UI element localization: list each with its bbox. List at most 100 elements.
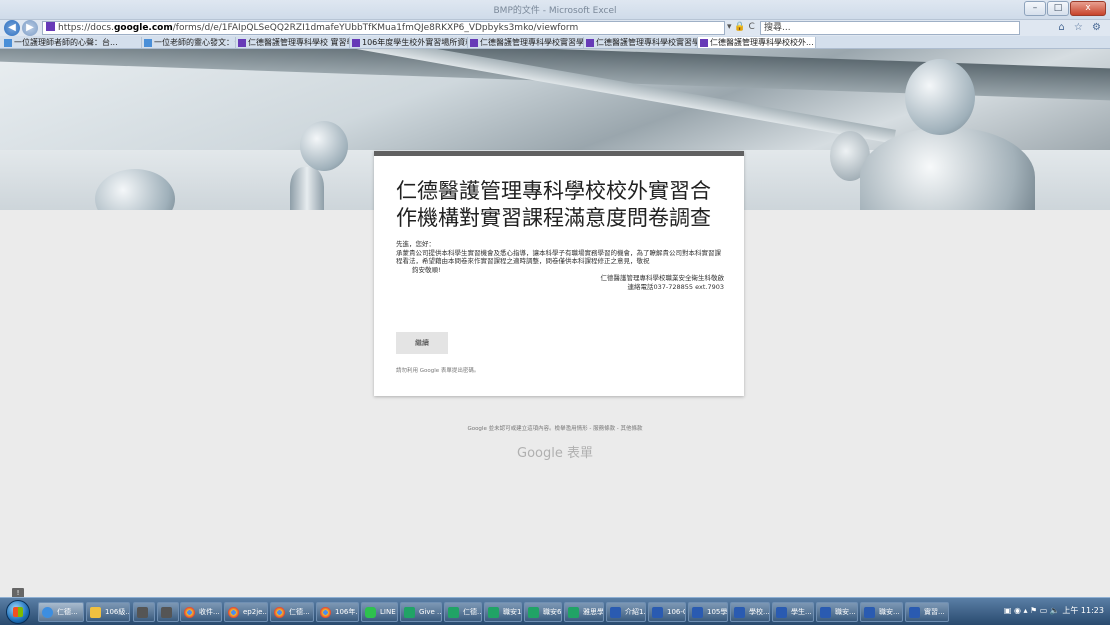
- taskbar-button[interactable]: 職安6...: [524, 602, 562, 622]
- close-window-button[interactable]: x: [1070, 1, 1106, 16]
- tray-icons[interactable]: ▣ ◉ ▴ ⚑ ▭ 🔈: [1004, 606, 1060, 615]
- form-description: 先進，您好： 承蒙貴公司提供本科學生實習機會及悉心指導，讓本科學子有職場實務學習…: [396, 240, 726, 291]
- tab-favicon-icon: [470, 39, 478, 47]
- taskbar-button-label: 106-0...: [667, 608, 685, 616]
- ie-app-icon: [42, 607, 53, 618]
- word-app-icon: [864, 607, 875, 618]
- word-app-icon: [610, 607, 621, 618]
- clock[interactable]: 上午 11:23: [1062, 606, 1104, 615]
- tab-favicon-icon: [700, 39, 708, 47]
- tab-favicon-icon: [4, 39, 12, 47]
- disp-app-icon: [161, 607, 172, 618]
- taskbar-button-label: ep2je...: [243, 608, 268, 616]
- chrome-app-icon: [320, 607, 331, 618]
- taskbar-button-label: 職安...: [835, 608, 856, 616]
- word-app-icon: [820, 607, 831, 618]
- folder-app-icon: [90, 607, 101, 618]
- taskbar-button[interactable]: 仁德...: [38, 602, 84, 622]
- taskbar-button-label: 105學...: [707, 608, 728, 616]
- taskbar-button[interactable]: 雅思學: [564, 602, 604, 622]
- taskbar-button[interactable]: ep2je...: [224, 602, 268, 622]
- tab-favicon-icon: [238, 39, 246, 47]
- contact-line: 連絡電話037-728855 ext.7903: [627, 282, 724, 291]
- google-forms-logo[interactable]: Google 表單: [0, 442, 1110, 461]
- chrome-app-icon: [228, 607, 239, 618]
- taskbar-button[interactable]: 學生...: [772, 602, 814, 622]
- tab[interactable]: 106年度學生校外實習場所資料: [350, 37, 468, 48]
- taskbar-button[interactable]: 106年...: [316, 602, 359, 622]
- continue-button[interactable]: 繼續: [396, 332, 448, 354]
- system-tray: ▣ ◉ ▴ ⚑ ▭ 🔈 上午 11:23: [1004, 605, 1104, 616]
- password-warning: 請勿利用 Google 表單提出密碼。: [396, 368, 480, 374]
- form-card: 仁德醫護管理專科學校校外實習合作機構對實習課程滿意度問卷調查 先進，您好： 承蒙…: [374, 151, 744, 396]
- taskbar-button-label: 學生...: [791, 608, 812, 616]
- tab-bar: 一位護理師者師的心聲：台... 一位老師的靈心發文：台南人... 仁德醫護管理專…: [0, 36, 1110, 49]
- tab[interactable]: 一位老師的靈心發文：台南人...: [142, 37, 236, 48]
- chrome-app-icon: [184, 607, 195, 618]
- start-button[interactable]: [6, 600, 30, 624]
- search-input[interactable]: 搜尋...: [760, 21, 1020, 35]
- taskbar-button[interactable]: 106-0...: [648, 602, 686, 622]
- description-paragraph: 承蒙貴公司提供本科學生實習機會及悉心指導，讓本科學子有職場實務學習的機會，為了瞭…: [396, 248, 721, 266]
- greeting: 先進，您好：: [396, 240, 435, 248]
- taskbar-button[interactable]: 職安1...: [484, 602, 522, 622]
- taskbar-button[interactable]: [157, 602, 179, 622]
- footer-disclaimer[interactable]: Google 並未認可或建立這項內容。檢舉濫用情形 - 服務條款 - 其他條款: [0, 424, 1110, 432]
- taskbar-button[interactable]: 收件...: [180, 602, 222, 622]
- url-domain: google.com: [113, 23, 173, 33]
- taskbar-button-label: 106年...: [335, 608, 358, 616]
- taskbar-button-label: 仁德...: [463, 608, 482, 616]
- taskbar-button-label: 職安...: [879, 608, 900, 616]
- forward-button[interactable]: ▶: [22, 20, 38, 36]
- tab-label: 仁德醫護管理專科學校實習學...: [596, 38, 698, 47]
- windows-taskbar: 仁德... 106級... 收件... ep2je... 仁德... 106年... LIN…: [0, 597, 1110, 625]
- taskbar-button-label: 收件...: [199, 608, 220, 616]
- drive-app-icon: [404, 607, 415, 618]
- windows-logo-icon: [13, 607, 23, 617]
- tab-label: 106年度學生校外實習場所資料: [362, 38, 468, 47]
- tab[interactable]: 一位護理師者師的心聲：台...: [2, 37, 142, 48]
- word-app-icon: [692, 607, 703, 618]
- taskbar-button[interactable]: 仁德...: [444, 602, 482, 622]
- drive-app-icon: [488, 607, 499, 618]
- taskbar-button[interactable]: 仁德...: [270, 602, 314, 622]
- taskbar-button-label: 仁德...: [57, 608, 78, 616]
- address-bar-icons[interactable]: ▾ 🔒 C: [727, 22, 755, 32]
- drive-app-icon: [528, 607, 539, 618]
- taskbar-button[interactable]: [133, 602, 155, 622]
- window-title: BMP的文件 - Microsoft Excel: [493, 6, 617, 16]
- tab-label: 一位護理師者師的心聲：台...: [14, 38, 118, 47]
- taskbar-button[interactable]: 職安...: [860, 602, 903, 622]
- tab-label: 仁德醫護管理專科學校實習學...: [480, 38, 584, 47]
- taskbar-button-label: 學校...: [749, 608, 770, 616]
- chrome-app-icon: [274, 607, 285, 618]
- google-forms-favicon-icon: [46, 22, 55, 31]
- taskbar-button[interactable]: 106級...: [86, 602, 130, 622]
- taskbar-button[interactable]: 實習...: [905, 602, 949, 622]
- tab-label: 一位老師的靈心發文：台南人...: [154, 38, 235, 47]
- back-button[interactable]: ◀: [4, 20, 20, 36]
- taskbar-button[interactable]: 學校...: [730, 602, 770, 622]
- disp-app-icon: [137, 607, 148, 618]
- tab[interactable]: 仁德醫護管理專科學校實習學...: [468, 37, 584, 48]
- address-bar[interactable]: https://docs.google.com/forms/d/e/1FAIpQ…: [42, 21, 725, 35]
- maximize-button[interactable]: □: [1047, 1, 1069, 16]
- tab-active[interactable]: 仁德醫護管理專科學校校外...×: [698, 37, 816, 48]
- taskbar-button-label: 雅思學: [583, 608, 604, 616]
- taskbar-button[interactable]: 105學...: [688, 602, 728, 622]
- home-favorites-settings-icon[interactable]: ⌂ ☆ ⚙: [1058, 22, 1104, 33]
- taskbar-button[interactable]: 職安...: [816, 602, 858, 622]
- drive-app-icon: [568, 607, 579, 618]
- tab-label: 仁德醫護管理專科學校校外...: [710, 38, 814, 47]
- word-app-icon: [652, 607, 663, 618]
- taskbar-button[interactable]: LINE: [361, 602, 398, 622]
- taskbar-button[interactable]: 介紹1...: [606, 602, 646, 622]
- window-controls: – □ x: [1024, 1, 1106, 16]
- tab[interactable]: 仁德醫護管理專科學校 實習學...: [236, 37, 350, 48]
- taskbar-button-label: 職安1...: [503, 608, 522, 616]
- tab-favicon-icon: [144, 39, 152, 47]
- taskbar-button-label: 介紹1...: [625, 608, 646, 616]
- tab[interactable]: 仁德醫護管理專科學校實習學...: [584, 37, 698, 48]
- minimize-button[interactable]: –: [1024, 1, 1046, 16]
- taskbar-button[interactable]: Give ...: [400, 602, 442, 622]
